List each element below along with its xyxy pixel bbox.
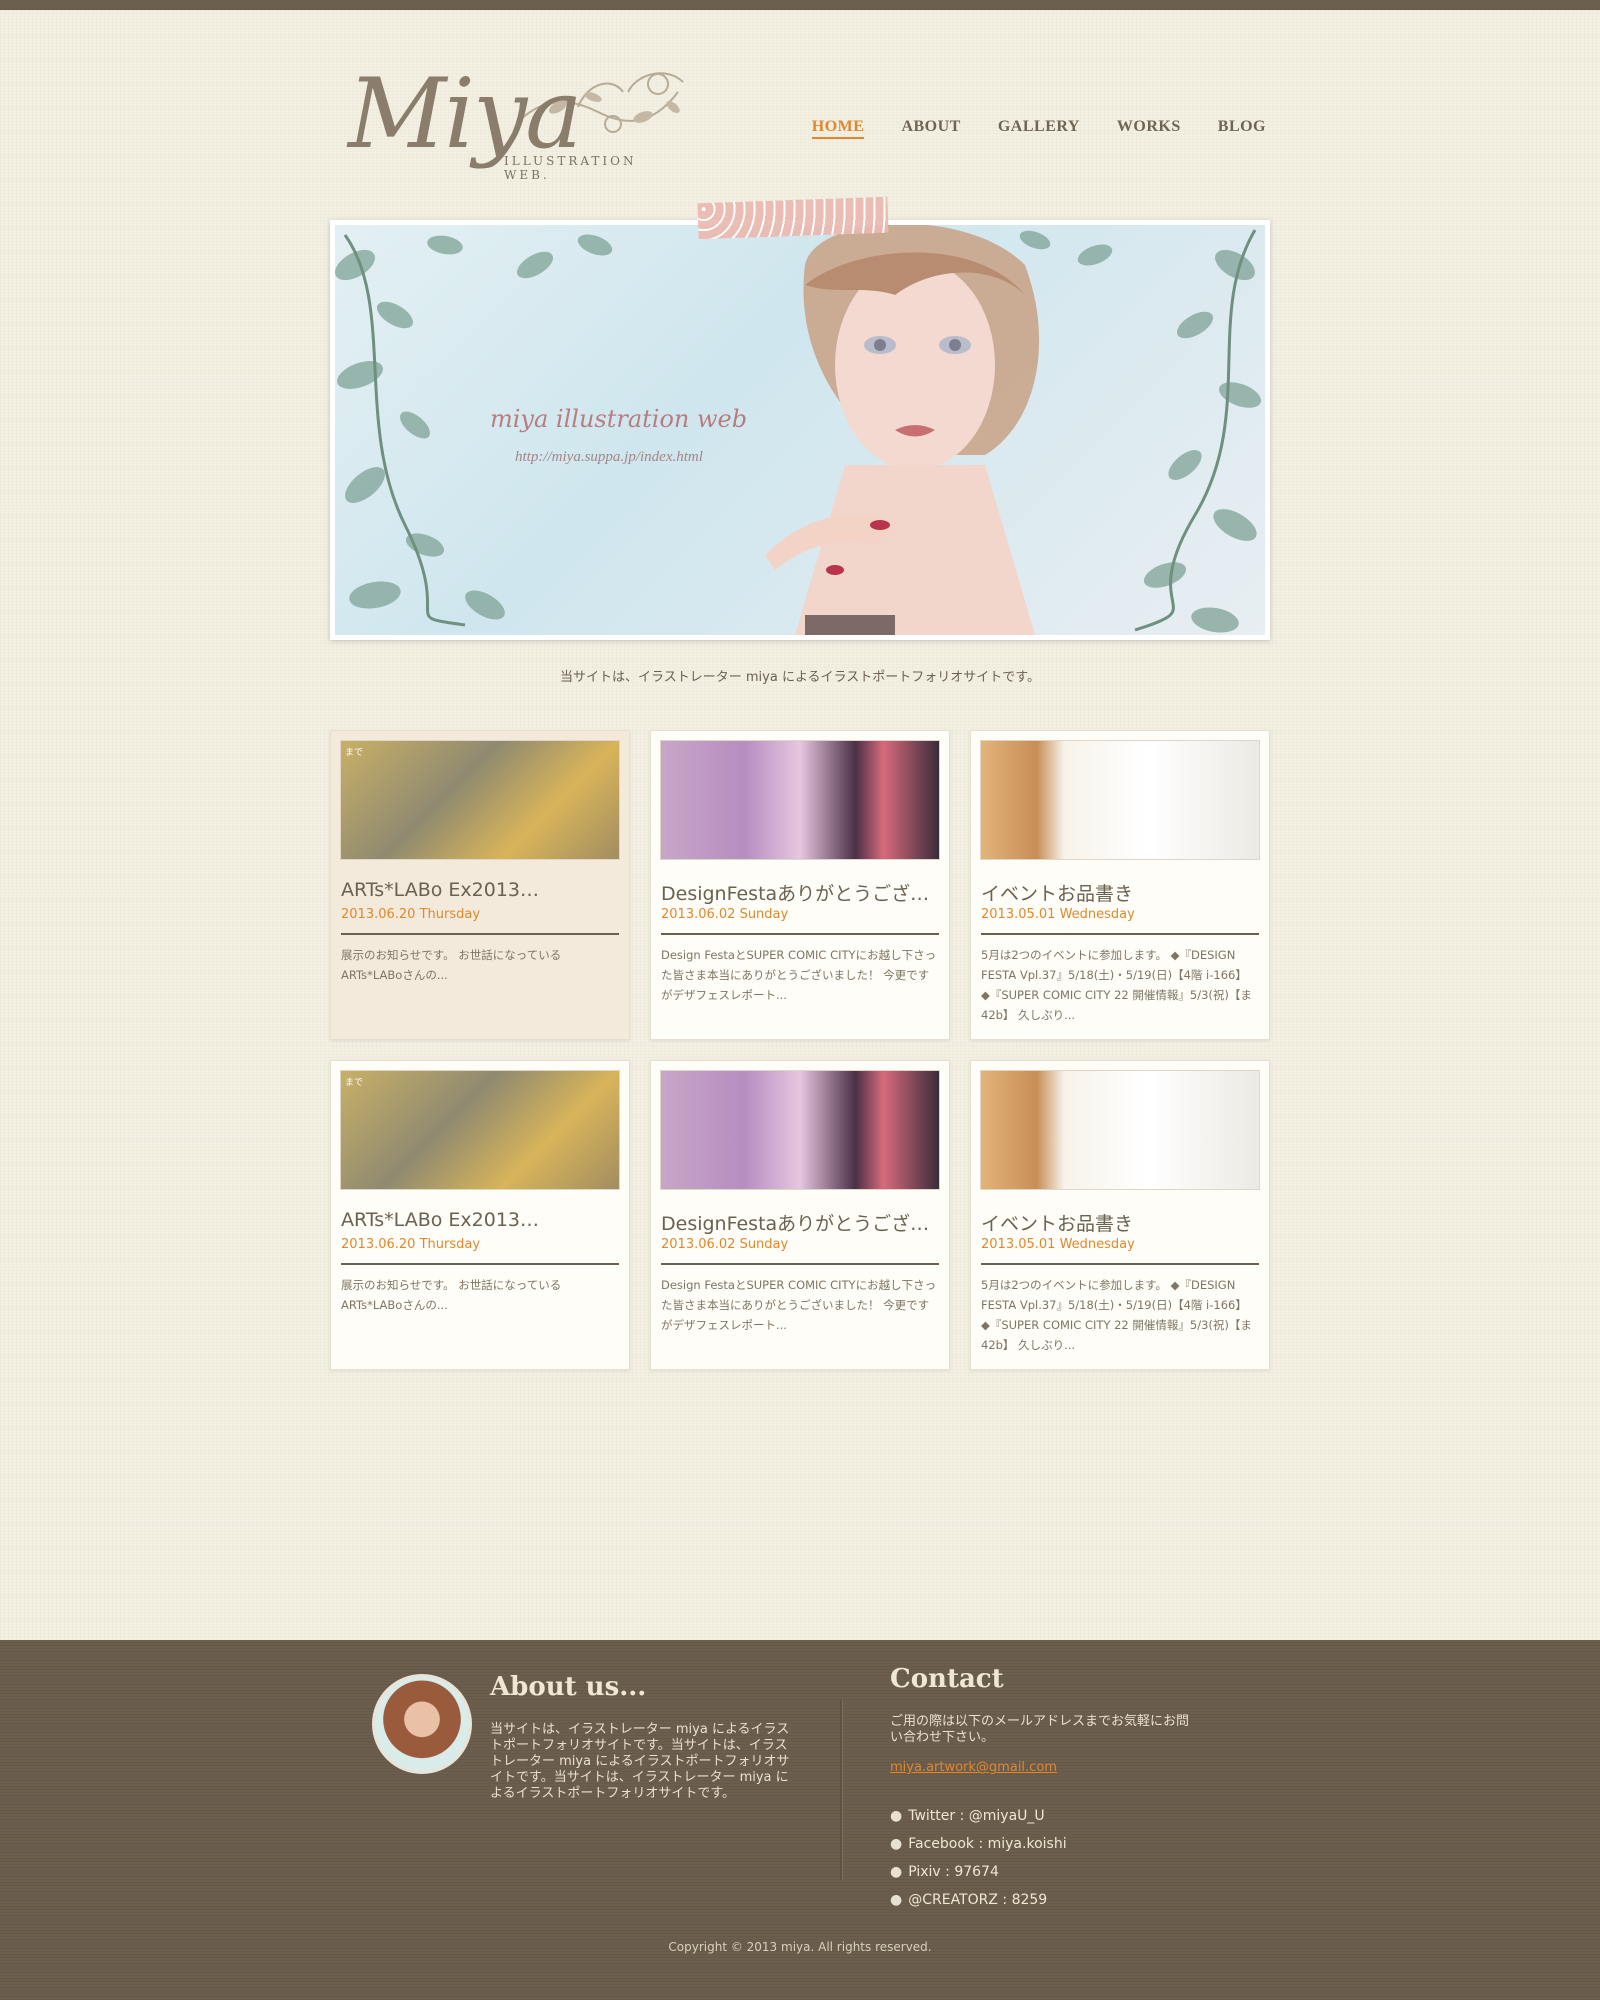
post-excerpt: Design FestaとSUPER COMIC CITYにお越し下さった皆さま… [661, 948, 937, 1002]
hero-artwork-icon [335, 225, 1262, 635]
social-links: Twitter : @miyaU_U Facebook : miya.koish… [890, 1802, 1067, 1914]
post-date: 2013.06.20 Thursday [341, 907, 481, 922]
post-card[interactable]: イベントお品書き 2013.05.01 Wednesday 5月は2つのイベント… [970, 1060, 1270, 1370]
post-excerpt: 5月は2つのイベントに参加します。 ◆『DESIGN FESTA Vpl.37』… [981, 948, 1252, 1022]
post-thumbnail[interactable] [661, 1071, 939, 1189]
main-nav: HOME ABOUT GALLERY WORKS BLOG [775, 118, 1266, 139]
about-heading: About us... [490, 1672, 647, 1702]
hero-illustration: miya illustration web http://miya.suppa.… [335, 225, 1265, 635]
social-link-pixiv[interactable]: Pixiv : 97674 [890, 1858, 1067, 1886]
hero-url: http://miya.suppa.jp/index.html [515, 449, 703, 465]
about-text: 当サイトは、イラストレーター miya によるイラストポートフォリオサイトです。… [490, 1722, 790, 1801]
contact-text: ご用の際は以下のメールアドレスまでお気軽にお問い合わせ下さい。 [890, 1714, 1190, 1745]
post-card[interactable]: まで ARTs*LABo Ex2013… 2013.06.20 Thursday… [330, 1060, 630, 1370]
post-title[interactable]: DesignFestaありがとうござ… [661, 879, 939, 906]
nav-works[interactable]: WORKS [1117, 118, 1181, 139]
contact-email-link[interactable]: miya.artwork@gmail.com [890, 1760, 1057, 1775]
post-date: 2013.06.02 Sunday [661, 1237, 789, 1252]
post-date: 2013.05.01 Wednesday [981, 1237, 1135, 1252]
hero-title: miya illustration web [490, 405, 748, 433]
thumbnail-tag: まで [345, 1078, 364, 1088]
post-date: 2013.06.20 Thursday [341, 1237, 481, 1252]
post-excerpt: Design FestaとSUPER COMIC CITYにお越し下さった皆さま… [661, 1278, 937, 1332]
post-divider [981, 1263, 1259, 1265]
post-divider [981, 933, 1259, 935]
footer-divider [840, 1700, 842, 1880]
hero-banner: miya illustration web http://miya.suppa.… [330, 220, 1270, 640]
nav-gallery[interactable]: GALLERY [998, 118, 1080, 139]
social-link-twitter[interactable]: Twitter : @miyaU_U [890, 1802, 1067, 1830]
decorative-tape [697, 196, 889, 240]
post-card[interactable]: イベントお品書き 2013.05.01 Wednesday 5月は2つのイベント… [970, 730, 1270, 1040]
contact-heading: Contact [890, 1664, 1004, 1694]
avatar [372, 1674, 472, 1774]
post-divider [661, 933, 939, 935]
post-excerpt: 5月は2つのイベントに参加します。 ◆『DESIGN FESTA Vpl.37』… [981, 1278, 1252, 1352]
nav-about[interactable]: ABOUT [901, 118, 960, 139]
post-date: 2013.06.02 Sunday [661, 907, 789, 922]
post-title[interactable]: DesignFestaありがとうござ… [661, 1209, 939, 1236]
post-title[interactable]: ARTs*LABo Ex2013… [341, 879, 619, 901]
post-excerpt: 展示のお知らせです。 お世話になっている ARTs*LABoさんの... [341, 948, 562, 982]
post-title[interactable]: イベントお品書き [981, 879, 1259, 906]
post-date: 2013.05.01 Wednesday [981, 907, 1135, 922]
post-card[interactable]: まで ARTs*LABo Ex2013… 2013.06.20 Thursday… [330, 730, 630, 1040]
post-excerpt: 展示のお知らせです。 お世話になっている ARTs*LABoさんの... [341, 1278, 562, 1312]
post-title[interactable]: イベントお品書き [981, 1209, 1259, 1236]
post-thumbnail[interactable] [661, 741, 939, 859]
social-link-creatorz[interactable]: @CREATORZ : 8259 [890, 1886, 1067, 1914]
post-thumbnail[interactable]: まで [341, 1071, 619, 1189]
thumbnail-tag: まで [345, 748, 364, 758]
post-card[interactable]: DesignFestaありがとうござ… 2013.06.02 Sunday De… [650, 1060, 950, 1370]
post-divider [341, 933, 619, 935]
social-link-facebook[interactable]: Facebook : miya.koishi [890, 1830, 1066, 1858]
logo-subtitle: ILLUSTRATION WEB. [504, 154, 637, 182]
post-title[interactable]: ARTs*LABo Ex2013… [341, 1209, 619, 1231]
site-tagline: 当サイトは、イラストレーター miya によるイラストポートフォリオサイトです。 [560, 670, 1040, 685]
site-footer: About us... 当サイトは、イラストレーター miya によるイラストポ… [0, 1640, 1600, 2000]
post-divider [341, 1263, 619, 1265]
nav-blog[interactable]: BLOG [1218, 118, 1266, 139]
copyright: Copyright © 2013 miya. All rights reserv… [668, 1940, 932, 1954]
top-bar [0, 0, 1600, 10]
post-card[interactable]: DesignFestaありがとうござ… 2013.06.02 Sunday De… [650, 730, 950, 1040]
post-divider [661, 1263, 939, 1265]
post-thumbnail[interactable] [981, 741, 1259, 859]
post-thumbnail[interactable]: まで [341, 741, 619, 859]
post-thumbnail[interactable] [981, 1071, 1259, 1189]
nav-home[interactable]: HOME [811, 118, 865, 139]
site-logo[interactable]: Miya ILLUSTRATION WEB. [338, 58, 688, 184]
